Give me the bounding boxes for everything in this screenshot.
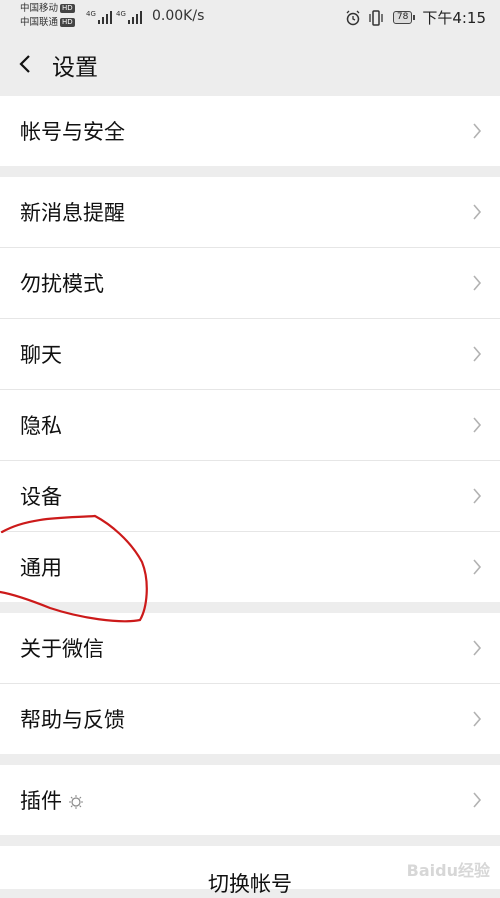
chevron-right-icon xyxy=(473,275,482,291)
battery-indicator: 78 xyxy=(392,11,416,24)
settings-item-label: 新消息提醒 xyxy=(20,201,125,225)
carrier-info: 中国移动 HD 中国联通 HD xyxy=(20,2,75,30)
settings-item-chat[interactable]: 聊天 xyxy=(0,318,500,389)
settings-group-main: 新消息提醒 勿扰模式 聊天 隐私 设备 通用 xyxy=(0,177,500,602)
clock: 下午4:15 xyxy=(422,9,486,27)
settings-item-label: 帐号与安全 xyxy=(20,120,125,144)
settings-item-label: 勿扰模式 xyxy=(20,272,104,296)
chevron-right-icon xyxy=(473,417,482,433)
settings-item-devices[interactable]: 设备 xyxy=(0,460,500,531)
chevron-right-icon xyxy=(473,711,482,727)
page-title: 设置 xyxy=(52,55,98,81)
nav-bar: 设置 xyxy=(0,34,500,94)
settings-item-label: 帮助与反馈 xyxy=(20,708,125,732)
alarm-icon xyxy=(346,10,360,25)
settings-item-label: 通用 xyxy=(20,556,62,580)
chevron-right-icon xyxy=(473,204,482,220)
status-bar: 中国移动 HD 中国联通 HD 4G 4G 0.00K/s 78 下午4:15 xyxy=(0,0,500,34)
back-icon[interactable] xyxy=(14,50,38,78)
chevron-right-icon xyxy=(473,488,482,504)
settings-item-privacy[interactable]: 隐私 xyxy=(0,389,500,460)
settings-item-label: 插件 xyxy=(20,785,84,815)
carrier-1: 中国移动 xyxy=(20,3,59,14)
signal-icon: 4G 4G xyxy=(86,10,142,24)
chevron-right-icon xyxy=(473,640,482,656)
chevron-right-icon xyxy=(473,792,482,808)
settings-item-label: 关于微信 xyxy=(20,637,104,661)
chevron-right-icon xyxy=(473,559,482,575)
status-right: 78 下午4:15 xyxy=(345,7,486,28)
settings-item-label: 设备 xyxy=(20,485,62,509)
hd-badge: HD xyxy=(60,4,75,13)
settings-group-plugins: 插件 xyxy=(0,765,500,835)
settings-item-plugins[interactable]: 插件 xyxy=(0,765,500,835)
settings-item-about-wechat[interactable]: 关于微信 xyxy=(0,613,500,683)
bulb-icon xyxy=(69,795,83,809)
svg-text:4G: 4G xyxy=(116,10,126,18)
vibrate-icon xyxy=(369,9,383,26)
settings-group-account: 帐号与安全 xyxy=(0,96,500,166)
settings-item-notifications[interactable]: 新消息提醒 xyxy=(0,177,500,247)
chevron-right-icon xyxy=(473,346,482,362)
plugins-label: 插件 xyxy=(20,789,62,813)
network-speed: 0.00K/s xyxy=(152,8,205,24)
svg-text:4G: 4G xyxy=(86,10,96,18)
settings-item-do-not-disturb[interactable]: 勿扰模式 xyxy=(0,247,500,318)
settings-group-about: 关于微信 帮助与反馈 xyxy=(0,613,500,754)
watermark: Baidu经验 xyxy=(406,861,490,880)
hd-badge: HD xyxy=(60,18,75,27)
settings-item-label: 聊天 xyxy=(20,343,62,367)
chevron-right-icon xyxy=(473,123,482,139)
settings-item-label: 隐私 xyxy=(20,414,62,438)
settings-item-help-feedback[interactable]: 帮助与反馈 xyxy=(0,683,500,754)
settings-item-account-security[interactable]: 帐号与安全 xyxy=(0,96,500,166)
carrier-2: 中国联通 xyxy=(20,17,59,28)
settings-item-general[interactable]: 通用 xyxy=(0,531,500,602)
